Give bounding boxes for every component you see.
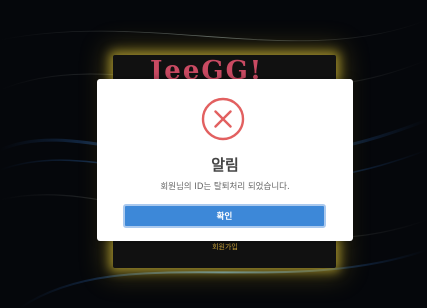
signup-link[interactable]: 회원가입 [190,242,260,252]
close-circle-icon [201,97,245,141]
alert-message: 회원님의 ID는 탈퇴처리 되었습니다. [160,182,290,192]
alert-title: 알림 [211,156,239,174]
alert-dialog: 알림 회원님의 ID는 탈퇴처리 되었습니다. 확인 [97,79,353,241]
confirm-button[interactable]: 확인 [123,204,326,228]
